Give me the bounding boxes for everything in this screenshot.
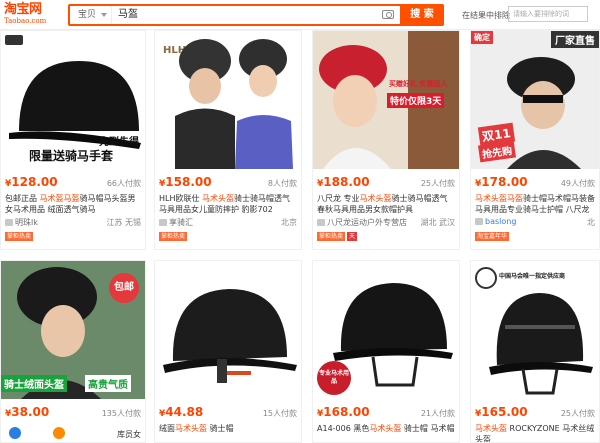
free-shipping-badge: 包邮 [109, 273, 139, 303]
product-image[interactable]: 包邮 骑士绒面头盔 高贵气质 [1, 261, 145, 399]
product-title[interactable]: A14-006 黑色马术头盔 骑士帽 马术帽 [317, 423, 455, 442]
logo-en: Taobao.com [4, 17, 47, 25]
price: ¥165.00 [475, 405, 528, 419]
product-grid: 先到先得 限量送骑马手套 ¥128.00 66人付款 包邮正品 马术盔马盔骑马帽… [0, 30, 600, 443]
image-promo-1: 买赠好礼 优惠送人 [389, 80, 448, 88]
chevron-down-icon [101, 13, 107, 17]
product-card[interactable]: ¥44.88 15人付款 绒面马术头盔 骑士帽 [154, 260, 302, 443]
camera-icon[interactable] [382, 10, 394, 19]
paid-count: 8人付款 [267, 179, 297, 188]
shop-icon [5, 219, 13, 226]
hot-seller-badge: 掌柜热卖 [317, 232, 346, 241]
paid-count: 21人付款 [420, 409, 455, 418]
image-promo-2: 骑士绒面头盔 [1, 375, 67, 392]
taobao-logo[interactable]: 淘宝网 Taobao.com [4, 3, 60, 27]
product-image[interactable] [155, 261, 301, 399]
product-image[interactable]: 买赠好礼 优惠送人 特价仅限3天 [313, 31, 459, 169]
logo-cn: 淘宝网 [4, 2, 42, 17]
carnival-badge: 淘宝嘉年华 [475, 232, 510, 241]
product-card[interactable]: 确定 厂家直售 双11 抢先购 ¥178.00 49人付款 马术头盔马盔骑士帽马… [470, 30, 600, 250]
search-button[interactable]: 搜 索 [400, 4, 444, 26]
hot-seller-badge: 掌柜热卖 [159, 232, 188, 241]
search-scope-label: 宝贝 [78, 10, 97, 20]
product-image[interactable]: 专业马术用品 [313, 261, 459, 399]
image-promo-1: 先到先得 [99, 137, 139, 148]
header: 淘宝网 Taobao.com 宝贝 马盔 搜 索 在结果中排除 请输入要排除的词 [0, 0, 600, 30]
search-input[interactable]: 马盔 [118, 6, 138, 24]
product-title[interactable]: 绒面马术头盔 骑士帽 [159, 423, 297, 442]
price: ¥158.00 [159, 175, 212, 189]
paid-count: 25人付款 [420, 179, 455, 188]
price: ¥178.00 [475, 175, 528, 189]
badges: 掌柜热卖 [5, 232, 35, 242]
price: ¥168.00 [317, 405, 370, 419]
image-promo-3: 高贵气质 [85, 375, 131, 392]
product-card[interactable]: HLH ¥158.00 8人付款 HLH欧联仕 马术头盔骑士骑马帽透气马具用品女… [154, 30, 302, 250]
badges: 掌柜热卖天 [317, 232, 359, 242]
compare-icon[interactable] [9, 427, 21, 439]
product-title[interactable]: 马术头盔马盔骑士帽马术帽马装备马具用品专业骑马士护帽 八尺龙正品 [475, 193, 597, 215]
image-promo-2: 特价仅限3天 [387, 93, 445, 108]
brand-seal: 专业马术用品 [317, 361, 351, 395]
exclude-label: 在结果中排除 [462, 11, 510, 20]
product-title[interactable]: 八尺龙 专业马术头盔骑士骑马帽透气春秋马具用品男女款帽护具 [317, 193, 455, 215]
shop-link[interactable]: 八尺龙运动户外专营店 [317, 217, 407, 228]
price: ¥188.00 [317, 175, 370, 189]
paid-count: 66人付款 [106, 179, 141, 188]
shop-link[interactable]: 享骑汇 [159, 217, 193, 228]
exclude-input[interactable]: 请输入要排除的词 [508, 6, 588, 22]
product-image[interactable]: 确定 厂家直售 双11 抢先购 [471, 31, 599, 169]
paid-count: 15人付款 [262, 409, 297, 418]
shop-icon [475, 218, 483, 225]
location: 湖北 武汉 [420, 218, 455, 227]
search-scope-select[interactable]: 宝贝 [70, 6, 112, 24]
helmet-icon [163, 289, 297, 383]
favorite-icon[interactable] [53, 427, 65, 439]
product-image[interactable]: 先到先得 限量送骑马手套 [1, 31, 145, 169]
paid-count: 135人付款 [101, 409, 141, 418]
shop-link[interactable]: 明珠lk [5, 217, 38, 228]
location: 江苏 无锡 [106, 218, 141, 227]
product-title[interactable]: 马术头盔 ROCKYZONE 马术丝绒头盔 [475, 423, 597, 442]
shop-icon [317, 219, 325, 226]
search-bar: 宝贝 马盔 搜 索 [68, 4, 444, 26]
hot-seller-badge: 掌柜热卖 [5, 232, 34, 241]
paid-count: 25人付款 [560, 409, 595, 418]
shop-icon [159, 219, 167, 226]
image-promo-2: 限量送骑马手套 [29, 149, 114, 163]
product-card[interactable]: 包邮 骑士绒面头盔 高贵气质 ¥38.00 135人付款 库员女 [0, 260, 146, 443]
product-card[interactable]: 先到先得 限量送骑马手套 ¥128.00 66人付款 包邮正品 马术盔马盔骑马帽… [0, 30, 146, 250]
price: ¥128.00 [5, 175, 58, 189]
product-card[interactable]: 专业马术用品 ¥168.00 21人付款 A14-006 黑色马术头盔 骑士帽 … [312, 260, 460, 443]
product-card[interactable]: 中国马会唯一指定供应商 ¥165.00 25人付款 马术头盔 ROCKYZONE… [470, 260, 600, 443]
badges: 淘宝嘉年华 [475, 232, 511, 242]
riders-icon [175, 39, 293, 169]
price: ¥44.88 [159, 405, 204, 419]
product-title[interactable]: 包邮正品 马术盔马盔骑马帽马头盔男女马术用品 绒面透气骑马 [5, 193, 143, 215]
product-image[interactable]: 中国马会唯一指定供应商 [471, 261, 599, 399]
shop-link[interactable]: baslong [475, 217, 516, 226]
location: 北 [587, 218, 595, 227]
product-card[interactable]: 买赠好礼 优惠送人 特价仅限3天 ¥188.00 25人付款 八尺龙 专业马术头… [312, 30, 460, 250]
product-image[interactable]: HLH [155, 31, 301, 169]
badges: 掌柜热卖 [159, 232, 189, 242]
location: 北京 [281, 218, 297, 227]
helmet-icon [489, 293, 593, 395]
title-fragment: 库员女 [117, 430, 141, 439]
paid-count: 49人付款 [560, 179, 595, 188]
tmall-badge: 天 [347, 232, 358, 241]
product-title[interactable]: HLH欧联仕 马术头盔骑士骑马帽透气马具用品女儿童防摔护 豹影702 [159, 193, 297, 215]
price: ¥38.00 [5, 405, 50, 419]
